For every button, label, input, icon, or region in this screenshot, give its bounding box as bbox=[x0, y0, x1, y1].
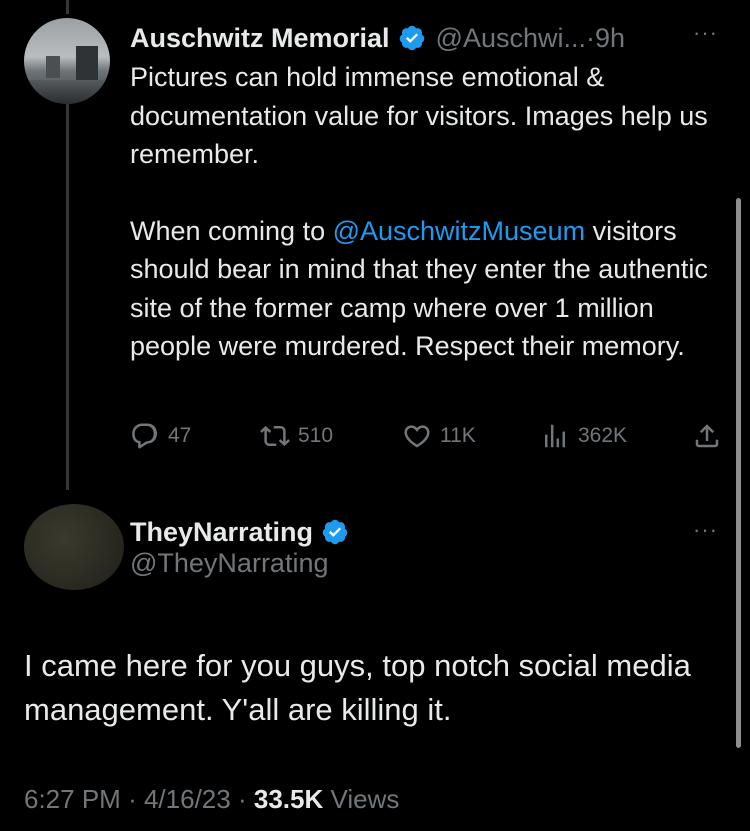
meta-separator: · bbox=[128, 784, 137, 814]
verified-badge-icon bbox=[399, 25, 424, 51]
like-count: 11K bbox=[440, 424, 476, 447]
views-icon bbox=[545, 424, 565, 448]
more-icon[interactable]: ··· bbox=[693, 517, 718, 543]
avatar-tower-shape bbox=[76, 46, 98, 80]
avatar-gate-shape bbox=[46, 56, 60, 78]
mention-link[interactable]: @AuschwitzMuseum bbox=[333, 216, 585, 246]
retweet-button[interactable]: 510 bbox=[260, 416, 333, 456]
reply-views-count[interactable]: 33.5K bbox=[254, 784, 323, 814]
share-icon bbox=[695, 424, 719, 448]
thread-line bbox=[66, 102, 69, 490]
verified-badge-icon bbox=[322, 519, 348, 545]
like-icon bbox=[404, 425, 430, 448]
paragraph-2-prefix: When coming to bbox=[130, 215, 333, 246]
share-button[interactable] bbox=[692, 416, 730, 456]
scrollbar[interactable] bbox=[736, 198, 741, 748]
reply-author-handle[interactable]: @TheyNarrating bbox=[130, 548, 328, 579]
reply-author-name[interactable]: TheyNarrating bbox=[130, 517, 313, 548]
tweet-paragraph-2: When coming to @AuschwitzMuseum visitors… bbox=[130, 212, 730, 366]
reply-time[interactable]: 6:27 PM bbox=[24, 784, 121, 814]
author-handle[interactable]: @Auschwi... bbox=[436, 23, 586, 54]
like-button[interactable]: 11K bbox=[402, 416, 476, 456]
reply-tweet-header: TheyNarrating bbox=[130, 512, 359, 552]
tweet-paragraph-1: Pictures can hold immense emotional & do… bbox=[130, 62, 708, 169]
reply-date[interactable]: 4/16/23 bbox=[144, 784, 231, 814]
original-tweet-text: Pictures can hold immense emotional & do… bbox=[130, 58, 730, 366]
author-name[interactable]: Auschwitz Memorial bbox=[130, 23, 390, 54]
avatar-ground-shape bbox=[24, 80, 110, 104]
more-icon[interactable]: ··· bbox=[693, 20, 718, 46]
theynarrating-avatar[interactable] bbox=[24, 504, 124, 590]
original-tweet-header: Auschwitz Memorial @Auschwi... · 9h bbox=[130, 18, 625, 58]
reply-button[interactable]: 47 bbox=[130, 416, 191, 456]
views-count: 362K bbox=[578, 424, 628, 447]
reply-views-label: Views bbox=[330, 784, 400, 814]
separator: · bbox=[586, 22, 595, 53]
reply-icon bbox=[132, 423, 158, 449]
tweet-actions-bar: 47 510 11K 362K bbox=[130, 416, 730, 456]
reply-count: 47 bbox=[168, 424, 192, 447]
reply-tweet-text: I came here for you guys, top notch soci… bbox=[24, 648, 691, 727]
thread-line-top bbox=[66, 0, 69, 14]
retweet-count: 510 bbox=[298, 424, 334, 447]
meta-separator: · bbox=[237, 784, 247, 814]
retweet-icon bbox=[260, 425, 290, 447]
reply-tweet-meta: 6:27 PM · 4/16/23 · 33.5K Views bbox=[24, 784, 399, 815]
auschwitz-memorial-avatar[interactable] bbox=[24, 18, 110, 104]
tweet-time[interactable]: 9h bbox=[595, 23, 625, 54]
views-button[interactable]: 362K bbox=[540, 416, 627, 456]
